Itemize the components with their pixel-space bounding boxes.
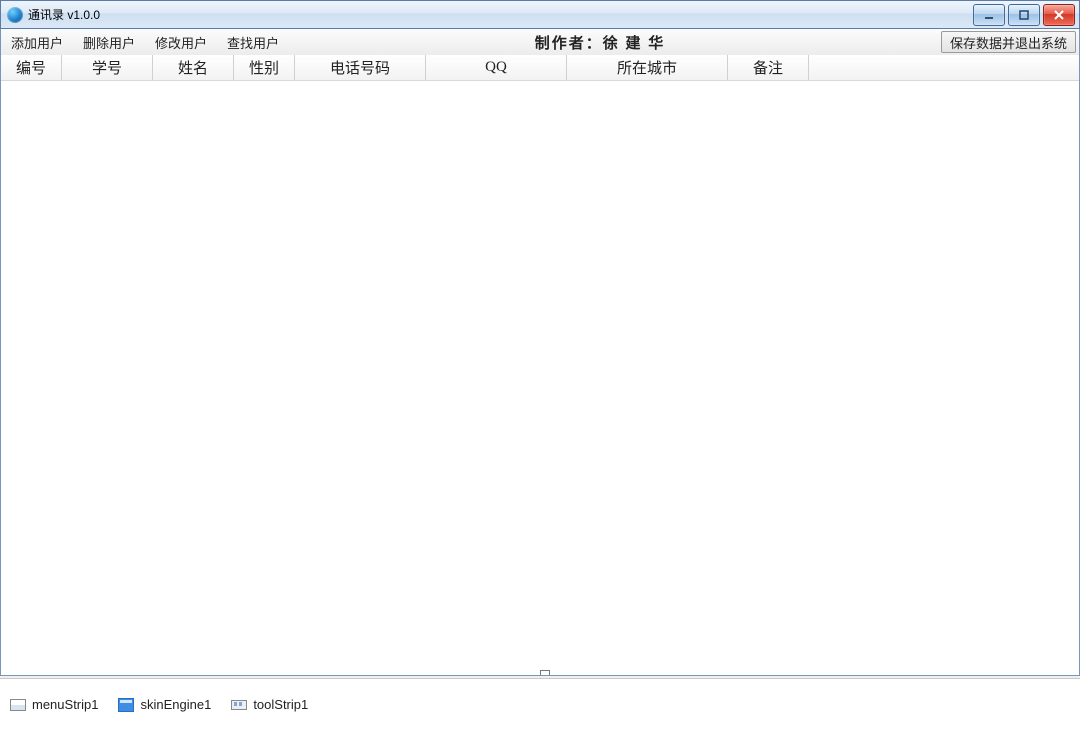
minimize-icon — [983, 9, 995, 21]
author-label: 制作者：徐 建 华 — [535, 29, 666, 55]
table-area: 编号 学号 姓名 性别 电话号码 QQ 所在城市 备注 — [0, 55, 1080, 676]
component-label: toolStrip1 — [253, 697, 308, 712]
menu-find-user[interactable]: 查找用户 — [217, 29, 289, 55]
col-id[interactable]: 编号 — [1, 55, 62, 80]
table-body[interactable] — [1, 81, 1079, 675]
save-exit-button[interactable]: 保存数据并退出系统 — [941, 31, 1076, 53]
maximize-icon — [1018, 9, 1030, 21]
menu-delete-user[interactable]: 删除用户 — [73, 29, 145, 55]
component-skinengine[interactable]: skinEngine1 — [118, 697, 211, 713]
menu-edit-user[interactable]: 修改用户 — [145, 29, 217, 55]
resize-grip-icon — [540, 670, 550, 675]
component-toolstrip[interactable]: toolStrip1 — [231, 697, 308, 713]
minimize-button[interactable] — [973, 4, 1005, 26]
col-name[interactable]: 姓名 — [153, 55, 234, 80]
component-label: skinEngine1 — [140, 697, 211, 712]
col-gender[interactable]: 性别 — [234, 55, 295, 80]
menubar: 添加用户 删除用户 修改用户 查找用户 制作者：徐 建 华 保存数据并退出系统 — [0, 29, 1080, 55]
app-icon — [7, 7, 23, 23]
toolstrip-icon — [231, 697, 247, 713]
maximize-button[interactable] — [1008, 4, 1040, 26]
menu-add-user[interactable]: 添加用户 — [1, 29, 73, 55]
window-title: 通讯录 v1.0.0 — [28, 6, 100, 23]
col-city[interactable]: 所在城市 — [567, 55, 728, 80]
col-phone[interactable]: 电话号码 — [295, 55, 426, 80]
component-tray: menuStrip1 skinEngine1 toolStrip1 — [0, 678, 1080, 730]
col-student-no[interactable]: 学号 — [62, 55, 153, 80]
skin-icon — [118, 697, 134, 713]
component-menustrip[interactable]: menuStrip1 — [10, 697, 98, 713]
col-remark[interactable]: 备注 — [728, 55, 809, 80]
menustrip-icon — [10, 697, 26, 713]
titlebar: 通讯录 v1.0.0 — [0, 0, 1080, 29]
close-icon — [1053, 9, 1065, 21]
window-controls — [973, 4, 1075, 26]
close-button[interactable] — [1043, 4, 1075, 26]
col-qq[interactable]: QQ — [426, 55, 567, 80]
column-headers: 编号 学号 姓名 性别 电话号码 QQ 所在城市 备注 — [1, 55, 1079, 81]
component-label: menuStrip1 — [32, 697, 98, 712]
